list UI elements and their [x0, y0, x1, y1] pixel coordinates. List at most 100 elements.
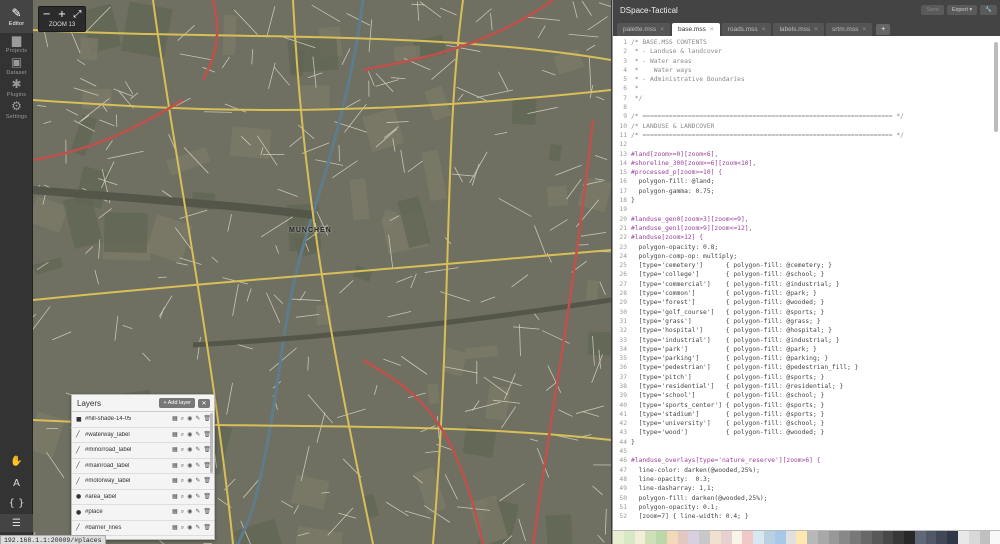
palette-swatch[interactable]: [731, 531, 743, 544]
edit-icon[interactable]: ✎: [195, 462, 200, 470]
code-area[interactable]: 1/* BASE.MSS CONTENTS 2 * - Landuse & lan…: [613, 38, 1000, 528]
table-icon[interactable]: ▦: [172, 524, 178, 532]
visibility-icon[interactable]: ◉: [187, 477, 192, 485]
palette-swatch[interactable]: [882, 531, 894, 544]
tab-close-icon[interactable]: ×: [660, 26, 664, 33]
palette-swatch[interactable]: [785, 531, 797, 544]
toolbar-item-editor[interactable]: ✎ Editor: [0, 0, 33, 33]
visibility-icon[interactable]: ◉: [187, 508, 192, 516]
table-icon[interactable]: ▦: [172, 477, 178, 485]
palette-swatch[interactable]: [990, 531, 1000, 544]
layer-row[interactable]: ● #area_label ▦ ⌕ ◉ ✎ 🗑: [72, 490, 214, 505]
palette-swatch[interactable]: [807, 531, 818, 544]
palette-swatch[interactable]: [936, 531, 948, 544]
table-icon[interactable]: ▦: [172, 462, 178, 470]
palette-swatch[interactable]: [925, 531, 937, 544]
palette-swatch[interactable]: [914, 531, 926, 544]
search-icon[interactable]: ⌕: [181, 431, 184, 439]
palette-swatch[interactable]: [677, 531, 689, 544]
edit-icon[interactable]: ✎: [195, 431, 200, 439]
tab-roads-mss[interactable]: roads.mss ×: [721, 23, 772, 36]
tab-close-icon[interactable]: ×: [710, 26, 714, 33]
trash-icon[interactable]: 🗑: [203, 508, 211, 516]
layer-row[interactable]: ╱ #minorroad_label ▦ ⌕ ◉ ✎ 🗑: [72, 443, 214, 459]
palette-swatch[interactable]: [796, 531, 808, 544]
search-icon[interactable]: ⌕: [181, 508, 184, 516]
add-layer-button[interactable]: + Add layer: [159, 398, 195, 408]
palette-swatch[interactable]: [828, 531, 840, 544]
trash-icon[interactable]: 🗑: [203, 477, 211, 485]
code-scrollbar[interactable]: [994, 42, 998, 132]
layers-scrollbar[interactable]: [210, 413, 213, 473]
search-icon[interactable]: ⌕: [181, 477, 184, 485]
palette-swatch[interactable]: [774, 531, 786, 544]
hand-icon[interactable]: ✋: [0, 452, 33, 470]
palette-swatch[interactable]: [666, 531, 678, 544]
palette-swatch[interactable]: [839, 531, 851, 544]
palette-swatch[interactable]: [817, 531, 829, 544]
visibility-icon[interactable]: ◉: [187, 431, 192, 439]
palette-swatch[interactable]: [623, 531, 635, 544]
search-icon[interactable]: ⌕: [181, 415, 184, 423]
palette-swatch[interactable]: [958, 531, 969, 544]
edit-icon[interactable]: ✎: [195, 493, 200, 501]
tab-close-icon[interactable]: ×: [862, 26, 866, 33]
tab-base-mss[interactable]: base.mss ×: [672, 23, 720, 36]
zoom-in-button[interactable]: +: [54, 7, 69, 21]
layer-row[interactable]: ╱ #waterway_label ▦ ⌕ ◉ ✎ 🗑: [72, 428, 214, 443]
palette-swatch[interactable]: [645, 531, 657, 544]
palette-swatch[interactable]: [904, 531, 915, 544]
palette-swatch[interactable]: [968, 531, 980, 544]
visibility-icon[interactable]: ◉: [187, 462, 192, 470]
edit-icon[interactable]: ✎: [195, 446, 200, 454]
palette-swatch[interactable]: [699, 531, 711, 544]
zoom-out-button[interactable]: −: [39, 7, 54, 21]
tab-labels-mss[interactable]: labels.mss ×: [773, 23, 824, 36]
search-icon[interactable]: ⌕: [181, 462, 184, 470]
toolbar-item-settings[interactable]: ⚙ Settings: [0, 99, 33, 121]
table-icon[interactable]: ▦: [172, 431, 178, 439]
edit-icon[interactable]: ✎: [195, 524, 200, 532]
toolbar-item-projects[interactable]: ▆ Projects: [0, 33, 33, 55]
wrench-icon[interactable]: 🔧: [980, 5, 997, 15]
search-icon[interactable]: ⌕: [181, 493, 184, 501]
visibility-icon[interactable]: ◉: [187, 524, 192, 532]
braces-icon[interactable]: { }: [0, 494, 33, 512]
tab-palette-mss[interactable]: palette.mss ×: [617, 23, 671, 36]
layer-row[interactable]: ■ #hill-shade-14-05 ▦ ⌕ ◉ ✎ 🗑: [72, 412, 214, 428]
palette-swatch[interactable]: [720, 531, 732, 544]
search-icon[interactable]: ⌕: [181, 446, 184, 454]
layer-row[interactable]: ╱ #motorway_label ▦ ⌕ ◉ ✎ 🗑: [72, 474, 214, 490]
palette-swatch[interactable]: [947, 531, 958, 544]
visibility-icon[interactable]: ◉: [187, 493, 192, 501]
palette-swatch[interactable]: [763, 531, 775, 544]
visibility-icon[interactable]: ◉: [187, 415, 192, 423]
save-button[interactable]: Save: [921, 5, 944, 15]
palette-swatch[interactable]: [710, 531, 721, 544]
close-layers-button[interactable]: ✕: [198, 398, 210, 408]
layers-icon[interactable]: ☰: [0, 514, 33, 532]
palette-swatch[interactable]: [850, 531, 861, 544]
layer-row[interactable]: ╱ #barrier_lines ▦ ⌕ ◉ ✎ 🗑: [72, 521, 214, 536]
palette-swatch[interactable]: [871, 531, 883, 544]
fullscreen-button[interactable]: ⤢: [70, 7, 85, 21]
tab-close-icon[interactable]: ×: [762, 26, 766, 33]
trash-icon[interactable]: 🗑: [203, 493, 211, 501]
edit-icon[interactable]: ✎: [195, 415, 200, 423]
edit-icon[interactable]: ✎: [195, 508, 200, 516]
palette-swatch[interactable]: [979, 531, 991, 544]
edit-icon[interactable]: ✎: [195, 477, 200, 485]
visibility-icon[interactable]: ◉: [187, 446, 192, 454]
search-icon[interactable]: ⌕: [181, 524, 184, 532]
palette-swatch[interactable]: [893, 531, 905, 544]
palette-swatch[interactable]: [753, 531, 764, 544]
export-button[interactable]: Export ▾: [946, 5, 978, 15]
toolbar-item-plugins[interactable]: ✱ Plugins: [0, 77, 33, 99]
font-icon[interactable]: A: [0, 474, 33, 492]
palette-swatch[interactable]: [634, 531, 646, 544]
tab-srtm-mss[interactable]: srtm.mss ×: [825, 23, 873, 36]
table-icon[interactable]: ▦: [172, 508, 178, 516]
tab-close-icon[interactable]: ×: [814, 26, 818, 33]
palette-swatch[interactable]: [742, 531, 754, 544]
palette-swatch[interactable]: [688, 531, 700, 544]
